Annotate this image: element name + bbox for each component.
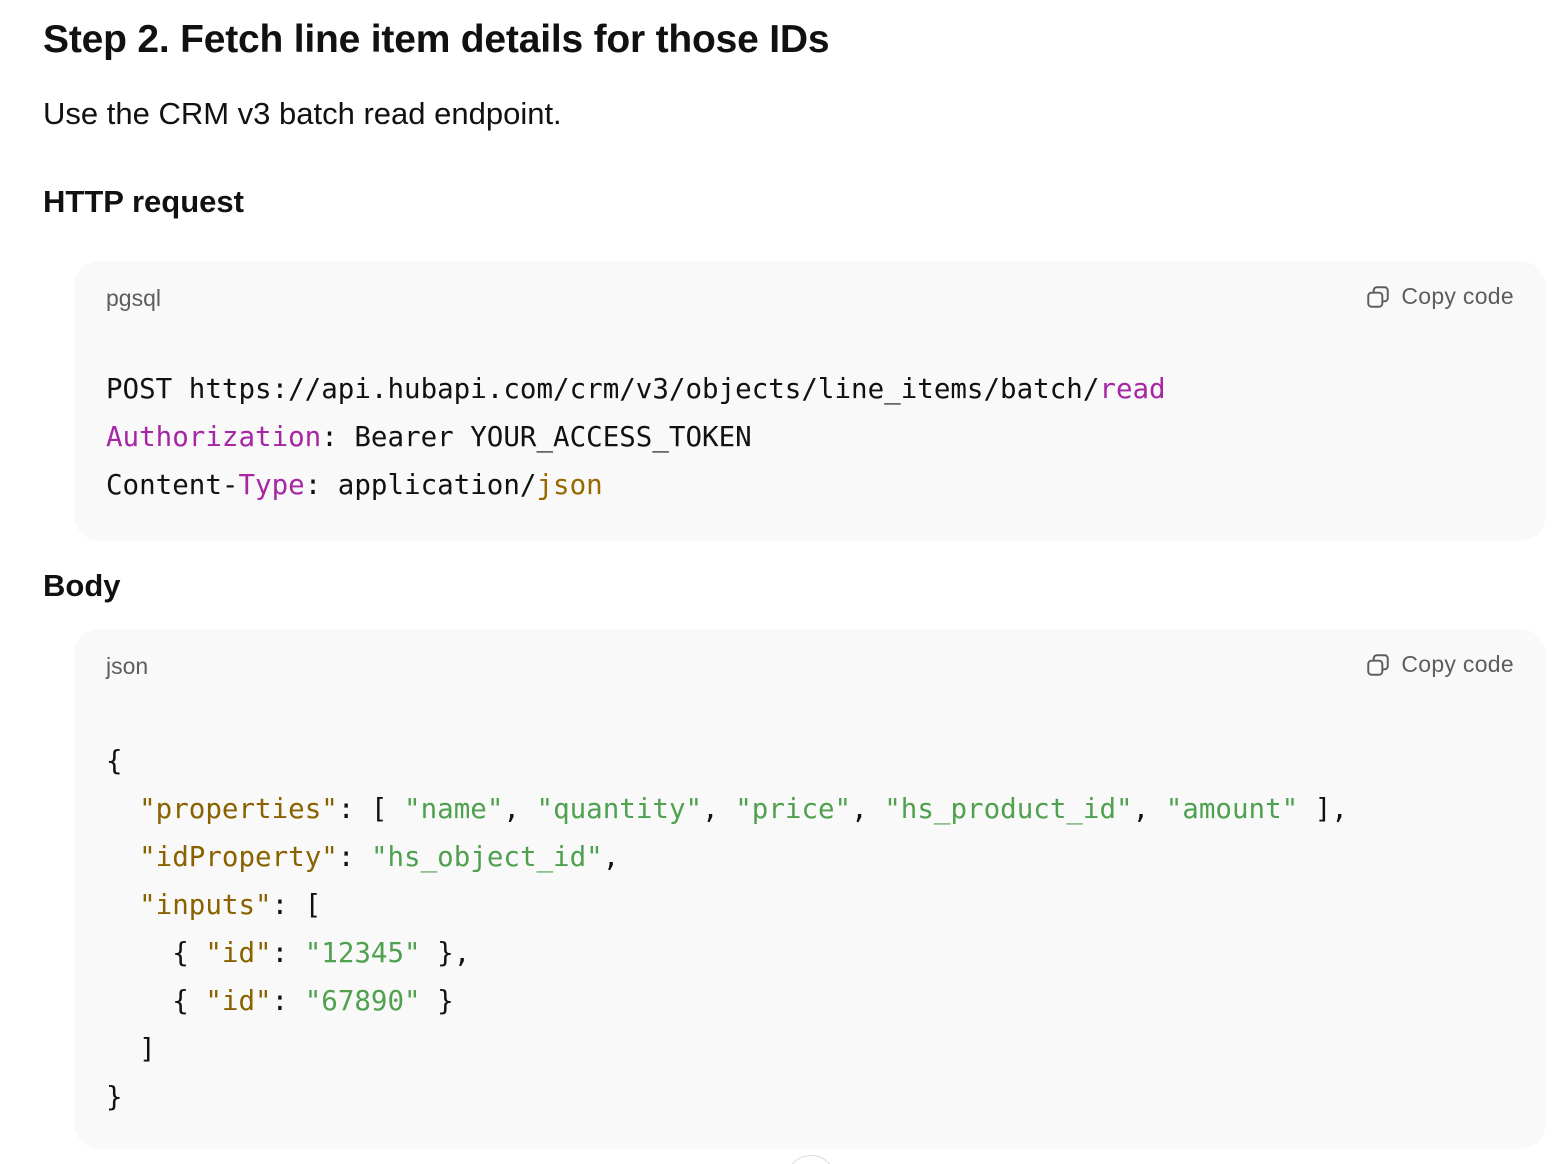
code-text: : application/ [304,469,537,501]
copy-code-label: Copy code [1401,651,1514,677]
copy-icon [1365,652,1391,678]
code-type: json [536,469,603,501]
json-code: { "properties": [ "name", "quantity", "p… [106,745,1348,1113]
http-code-block: pgsql Copy code POST https://api.hubapi.… [74,261,1546,541]
scroll-down-button[interactable] [786,1155,836,1164]
copy-icon [1365,284,1391,310]
http-request-heading: HTTP request [43,184,244,219]
chat-message: Step 2. Fetch line item details for thos… [0,0,1564,1164]
json-key: "inputs" [139,889,272,921]
copy-code-label: Copy code [1401,283,1514,309]
code-language-label: pgsql [106,285,161,311]
code-text: Content- [106,469,239,501]
code-header-name: Authorization [106,421,322,453]
code-language-label: json [106,653,149,679]
step-heading: Step 2. Fetch line item details for thos… [43,18,830,61]
http-code: POST https://api.hubapi.com/crm/v3/objec… [106,365,1166,509]
code-keyword: Type [238,469,305,501]
copy-code-button[interactable]: Copy code [1365,283,1514,310]
json-code-block: json Copy code { "properties": [ "name",… [74,629,1546,1149]
copy-code-button[interactable]: Copy code [1365,651,1514,678]
code-text: : Bearer YOUR_ACCESS_TOKEN [321,421,752,453]
intro-paragraph: Use the CRM v3 batch read endpoint. [43,96,562,131]
json-key: "properties" [139,793,338,825]
code-keyword: read [1099,373,1166,405]
code-text: POST https://api.hubapi.com/crm/v3/objec… [106,373,1100,405]
json-key: "idProperty" [139,841,338,873]
body-heading: Body [43,568,121,603]
